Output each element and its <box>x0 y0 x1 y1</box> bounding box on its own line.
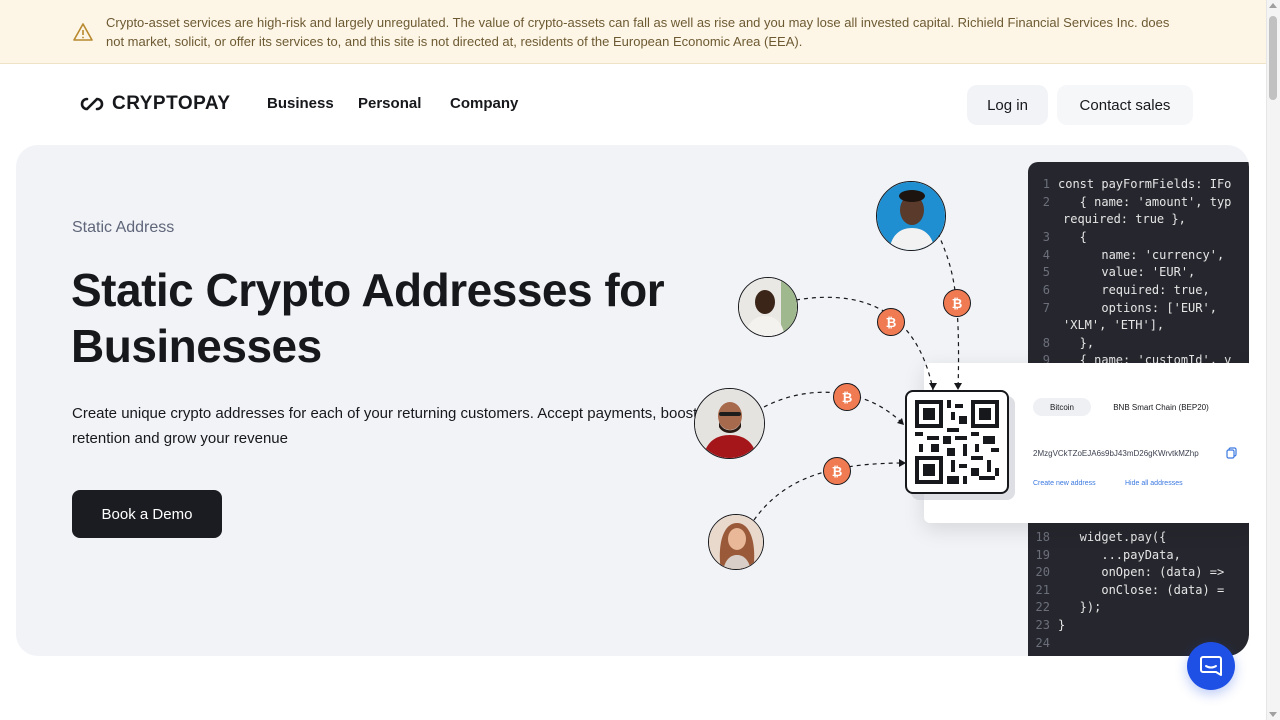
nav-business[interactable]: Business <box>267 95 334 112</box>
hero-section: Static Address Static Crypto Addresses f… <box>16 145 1249 656</box>
cryptopay-logo[interactable]: CRYPTOPAY <box>80 93 231 115</box>
nav-company[interactable]: Company <box>450 95 518 112</box>
scroll-down-arrow-icon[interactable] <box>1269 712 1277 717</box>
person-photo-icon <box>695 389 764 458</box>
login-button[interactable]: Log in <box>967 85 1048 125</box>
customer-avatar-2 <box>738 277 798 337</box>
person-photo-icon <box>877 182 945 250</box>
chat-icon <box>1200 656 1222 676</box>
logo-text: CRYPTOPAY <box>112 93 231 114</box>
page-scrollbar[interactable] <box>1266 0 1280 720</box>
risk-warning-banner: Crypto-asset services are high-risk and … <box>0 0 1266 64</box>
bitcoin-icon: ₿ <box>833 383 861 411</box>
person-photo-icon <box>739 278 797 336</box>
scrollbar-thumb[interactable] <box>1269 16 1277 100</box>
qr-code-image <box>915 400 999 484</box>
nav-personal[interactable]: Personal <box>358 95 421 112</box>
scroll-up-arrow-icon[interactable] <box>1269 3 1277 8</box>
payment-flow-arcs <box>753 232 962 521</box>
risk-warning-text: Crypto-asset services are high-risk and … <box>106 15 1170 49</box>
qr-code <box>905 390 1009 494</box>
bitcoin-icon: ₿ <box>943 289 971 317</box>
customer-avatar-4 <box>708 514 764 570</box>
bitcoin-icon: ₿ <box>877 308 905 336</box>
top-navigation: CRYPTOPAY Business Personal Company Log … <box>0 65 1266 143</box>
warning-icon <box>73 23 93 41</box>
chat-launcher-button[interactable] <box>1187 642 1235 690</box>
customer-avatar-3 <box>694 388 765 459</box>
contact-sales-button[interactable]: Contact sales <box>1057 85 1193 125</box>
bitcoin-icon: ₿ <box>823 457 851 485</box>
logo-mark-icon <box>80 97 104 111</box>
customer-avatar-1 <box>876 181 946 251</box>
person-photo-icon <box>709 515 763 569</box>
